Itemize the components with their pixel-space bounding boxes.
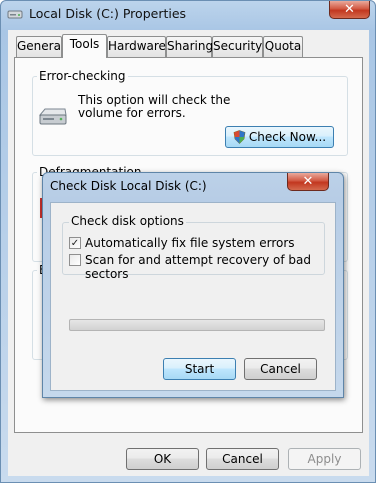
- uac-shield-icon: [233, 130, 246, 150]
- auto-fix-checkbox[interactable]: ✓: [69, 237, 81, 249]
- check-now-label: Check Now...: [248, 130, 327, 144]
- cancel-button[interactable]: Cancel: [206, 448, 279, 470]
- window-title: Local Disk (C:) Properties: [29, 6, 187, 21]
- apply-button[interactable]: Apply: [288, 448, 361, 470]
- tab-quota[interactable]: Quota: [263, 36, 303, 57]
- tab-security[interactable]: Security: [212, 36, 263, 57]
- dialog-title: Check Disk Local Disk (C:): [50, 179, 207, 193]
- scan-bad-sectors-label[interactable]: Scan for and attempt recovery of bad sec…: [85, 253, 335, 281]
- tab-sharing[interactable]: Sharing: [166, 36, 213, 57]
- check-now-button[interactable]: Check Now...: [225, 126, 334, 148]
- start-button[interactable]: Start: [163, 358, 236, 380]
- tab-hardware[interactable]: Hardware: [107, 36, 166, 57]
- dialog-cancel-button[interactable]: Cancel: [244, 358, 317, 380]
- title-bar[interactable]: Local Disk (C:) Properties ✕: [1, 1, 375, 28]
- dialog-client-area: Check disk options ✓ Automatically fix f…: [50, 202, 336, 391]
- ok-button[interactable]: OK: [126, 448, 199, 470]
- checkmark-icon: ✓: [70, 238, 80, 249]
- hard-drive-icon: [38, 106, 68, 131]
- check-disk-options-label: Check disk options: [69, 214, 186, 228]
- tab-tools[interactable]: Tools: [62, 34, 107, 58]
- check-disk-dialog: Check Disk Local Disk (C:) ✕ Check disk …: [42, 172, 344, 398]
- check-disk-progress-bar: [69, 319, 325, 331]
- scan-bad-sectors-checkbox[interactable]: [69, 254, 81, 266]
- error-checking-label: Error-checking: [37, 69, 128, 83]
- window-close-button[interactable]: ✕: [329, 1, 370, 19]
- tab-general[interactable]: General: [16, 36, 64, 57]
- drive-icon: [7, 7, 23, 21]
- dialog-close-button[interactable]: ✕: [287, 173, 329, 191]
- error-checking-description: This option will check the volume for er…: [78, 93, 231, 120]
- auto-fix-label[interactable]: Automatically fix file system errors: [85, 236, 295, 250]
